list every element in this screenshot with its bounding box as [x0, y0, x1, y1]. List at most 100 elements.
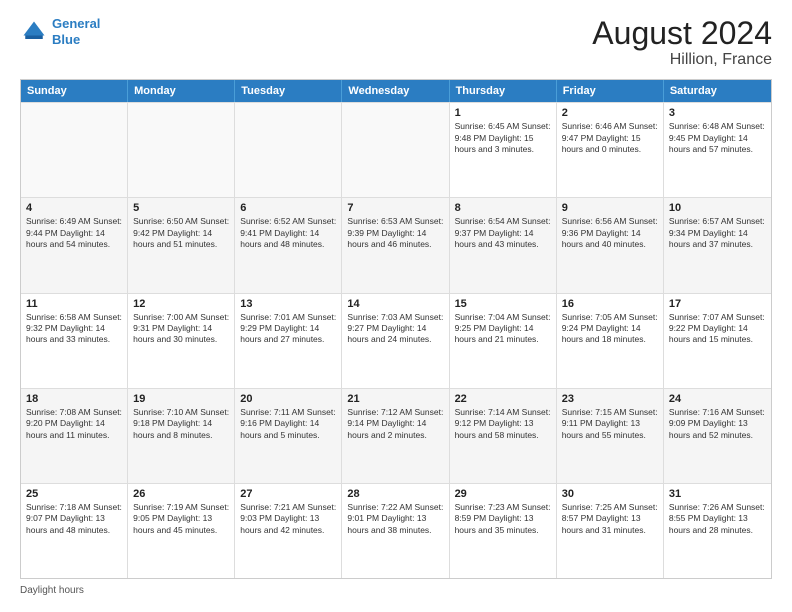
logo-text: General Blue — [52, 16, 100, 47]
day-number: 23 — [562, 393, 658, 405]
calendar-cell-w5-d4: 28 Sunrise: 7:22 AM Sunset: 9:01 PM Dayli… — [342, 484, 449, 578]
day-number: 25 — [26, 488, 122, 500]
day-number: 16 — [562, 298, 658, 310]
calendar-cell-w3-d6: 16 Sunrise: 7:05 AM Sunset: 9:24 PM Dayli… — [557, 294, 664, 388]
page: General Blue August 2024 Hillion, France… — [0, 0, 792, 612]
calendar-cell-w3-d7: 17 Sunrise: 7:07 AM Sunset: 9:22 PM Dayli… — [664, 294, 771, 388]
day-number: 11 — [26, 298, 122, 310]
day-info: Sunrise: 7:07 AM Sunset: 9:22 PM Dayligh… — [669, 312, 766, 346]
calendar-cell-w1-d4 — [342, 103, 449, 197]
calendar-cell-w4-d6: 23Sunrise: 7:15 AM Sunset: 9:11 PM Dayli… — [557, 389, 664, 483]
day-number: 7 — [347, 202, 443, 214]
calendar-cell-w2-d2: 5 Sunrise: 6:50 AM Sunset: 9:42 PM Daylig… — [128, 198, 235, 292]
footer: Daylight hours — [20, 585, 772, 596]
calendar-cell-w5-d2: 26 Sunrise: 7:19 AM Sunset: 9:05 PM Dayli… — [128, 484, 235, 578]
day-info: Sunrise: 7:19 AM Sunset: 9:05 PM Dayligh… — [133, 502, 229, 536]
day-number: 20 — [240, 393, 336, 405]
calendar-cell-w1-d7: 3Sunrise: 6:48 AM Sunset: 9:45 PM Daylig… — [664, 103, 771, 197]
day-number: 28 — [347, 488, 443, 500]
day-number: 13 — [240, 298, 336, 310]
calendar-cell-w5-d1: 25 Sunrise: 7:18 AM Sunset: 9:07 PM Dayli… — [21, 484, 128, 578]
day-info: Sunrise: 7:05 AM Sunset: 9:24 PM Dayligh… — [562, 312, 658, 346]
day-number: 10 — [669, 202, 766, 214]
calendar-week-5: 25 Sunrise: 7:18 AM Sunset: 9:07 PM Dayli… — [21, 483, 771, 578]
day-number: 19 — [133, 393, 229, 405]
header-tuesday: Tuesday — [235, 80, 342, 102]
page-subtitle: Hillion, France — [592, 51, 772, 69]
day-number: 8 — [455, 202, 551, 214]
day-number: 18 — [26, 393, 122, 405]
day-number: 26 — [133, 488, 229, 500]
day-info: Sunrise: 7:18 AM Sunset: 9:07 PM Dayligh… — [26, 502, 122, 536]
day-number: 14 — [347, 298, 443, 310]
day-info: Sunrise: 7:22 AM Sunset: 9:01 PM Dayligh… — [347, 502, 443, 536]
calendar-cell-w5-d6: 30 Sunrise: 7:25 AM Sunset: 8:57 PM Dayli… — [557, 484, 664, 578]
day-number: 24 — [669, 393, 766, 405]
calendar-cell-w4-d7: 24 Sunrise: 7:16 AM Sunset: 9:09 PM Dayli… — [664, 389, 771, 483]
calendar-cell-w3-d2: 12 Sunrise: 7:00 AM Sunset: 9:31 PM Dayli… — [128, 294, 235, 388]
day-info: Sunrise: 6:45 AM Sunset: 9:48 PM Dayligh… — [455, 121, 551, 155]
calendar-cell-w1-d6: 2 Sunrise: 6:46 AM Sunset: 9:47 PM Daylig… — [557, 103, 664, 197]
calendar-cell-w3-d1: 11 Sunrise: 6:58 AM Sunset: 9:32 PM Dayli… — [21, 294, 128, 388]
day-number: 27 — [240, 488, 336, 500]
day-number: 1 — [455, 107, 551, 119]
day-info: Sunrise: 7:23 AM Sunset: 8:59 PM Dayligh… — [455, 502, 551, 536]
day-info: Sunrise: 7:11 AM Sunset: 9:16 PM Dayligh… — [240, 407, 336, 441]
title-block: August 2024 Hillion, France — [592, 16, 772, 69]
day-number: 12 — [133, 298, 229, 310]
calendar-cell-w4-d2: 19 Sunrise: 7:10 AM Sunset: 9:18 PM Dayli… — [128, 389, 235, 483]
calendar-cell-w2-d7: 10 Sunrise: 6:57 AM Sunset: 9:34 PM Dayli… — [664, 198, 771, 292]
day-number: 9 — [562, 202, 658, 214]
page-title: August 2024 — [592, 16, 772, 51]
day-number: 2 — [562, 107, 658, 119]
day-info: Sunrise: 7:16 AM Sunset: 9:09 PM Dayligh… — [669, 407, 766, 441]
day-number: 4 — [26, 202, 122, 214]
day-number: 29 — [455, 488, 551, 500]
calendar-cell-w1-d5: 1 Sunrise: 6:45 AM Sunset: 9:48 PM Daylig… — [450, 103, 557, 197]
calendar-cell-w5-d3: 27Sunrise: 7:21 AM Sunset: 9:03 PM Dayli… — [235, 484, 342, 578]
calendar-cell-w2-d4: 7 Sunrise: 6:53 AM Sunset: 9:39 PM Daylig… — [342, 198, 449, 292]
logo: General Blue — [20, 16, 100, 47]
day-number: 31 — [669, 488, 766, 500]
day-info: Sunrise: 7:00 AM Sunset: 9:31 PM Dayligh… — [133, 312, 229, 346]
day-number: 30 — [562, 488, 658, 500]
day-info: Sunrise: 7:10 AM Sunset: 9:18 PM Dayligh… — [133, 407, 229, 441]
header-monday: Monday — [128, 80, 235, 102]
day-info: Sunrise: 7:25 AM Sunset: 8:57 PM Dayligh… — [562, 502, 658, 536]
calendar: Sunday Monday Tuesday Wednesday Thursday… — [20, 79, 772, 579]
day-info: Sunrise: 6:56 AM Sunset: 9:36 PM Dayligh… — [562, 216, 658, 250]
header-friday: Friday — [557, 80, 664, 102]
day-number: 21 — [347, 393, 443, 405]
day-info: Sunrise: 6:58 AM Sunset: 9:32 PM Dayligh… — [26, 312, 122, 346]
calendar-cell-w1-d1 — [21, 103, 128, 197]
calendar-cell-w3-d4: 14 Sunrise: 7:03 AM Sunset: 9:27 PM Dayli… — [342, 294, 449, 388]
day-info: Sunrise: 6:57 AM Sunset: 9:34 PM Dayligh… — [669, 216, 766, 250]
calendar-week-4: 18 Sunrise: 7:08 AM Sunset: 9:20 PM Dayli… — [21, 388, 771, 483]
day-number: 6 — [240, 202, 336, 214]
day-info: Sunrise: 6:46 AM Sunset: 9:47 PM Dayligh… — [562, 121, 658, 155]
day-info: Sunrise: 7:03 AM Sunset: 9:27 PM Dayligh… — [347, 312, 443, 346]
calendar-cell-w3-d5: 15 Sunrise: 7:04 AM Sunset: 9:25 PM Dayli… — [450, 294, 557, 388]
day-info: Sunrise: 6:52 AM Sunset: 9:41 PM Dayligh… — [240, 216, 336, 250]
day-info: Sunrise: 7:08 AM Sunset: 9:20 PM Dayligh… — [26, 407, 122, 441]
calendar-cell-w5-d7: 31Sunrise: 7:26 AM Sunset: 8:55 PM Dayli… — [664, 484, 771, 578]
calendar-cell-w5-d5: 29 Sunrise: 7:23 AM Sunset: 8:59 PM Dayli… — [450, 484, 557, 578]
day-number: 5 — [133, 202, 229, 214]
day-info: Sunrise: 6:53 AM Sunset: 9:39 PM Dayligh… — [347, 216, 443, 250]
header-sunday: Sunday — [21, 80, 128, 102]
calendar-week-1: 1 Sunrise: 6:45 AM Sunset: 9:48 PM Daylig… — [21, 102, 771, 197]
calendar-cell-w2-d3: 6 Sunrise: 6:52 AM Sunset: 9:41 PM Daylig… — [235, 198, 342, 292]
calendar-cell-w1-d2 — [128, 103, 235, 197]
calendar-cell-w4-d3: 20 Sunrise: 7:11 AM Sunset: 9:16 PM Dayli… — [235, 389, 342, 483]
calendar-cell-w2-d5: 8Sunrise: 6:54 AM Sunset: 9:37 PM Daylig… — [450, 198, 557, 292]
calendar-cell-w4-d1: 18 Sunrise: 7:08 AM Sunset: 9:20 PM Dayli… — [21, 389, 128, 483]
calendar-header: Sunday Monday Tuesday Wednesday Thursday… — [21, 80, 771, 102]
header-saturday: Saturday — [664, 80, 771, 102]
calendar-week-2: 4Sunrise: 6:49 AM Sunset: 9:44 PM Daylig… — [21, 197, 771, 292]
calendar-cell-w4-d4: 21Sunrise: 7:12 AM Sunset: 9:14 PM Dayli… — [342, 389, 449, 483]
day-number: 15 — [455, 298, 551, 310]
day-info: Sunrise: 7:04 AM Sunset: 9:25 PM Dayligh… — [455, 312, 551, 346]
day-info: Sunrise: 7:14 AM Sunset: 9:12 PM Dayligh… — [455, 407, 551, 441]
day-number: 17 — [669, 298, 766, 310]
day-info: Sunrise: 6:50 AM Sunset: 9:42 PM Dayligh… — [133, 216, 229, 250]
